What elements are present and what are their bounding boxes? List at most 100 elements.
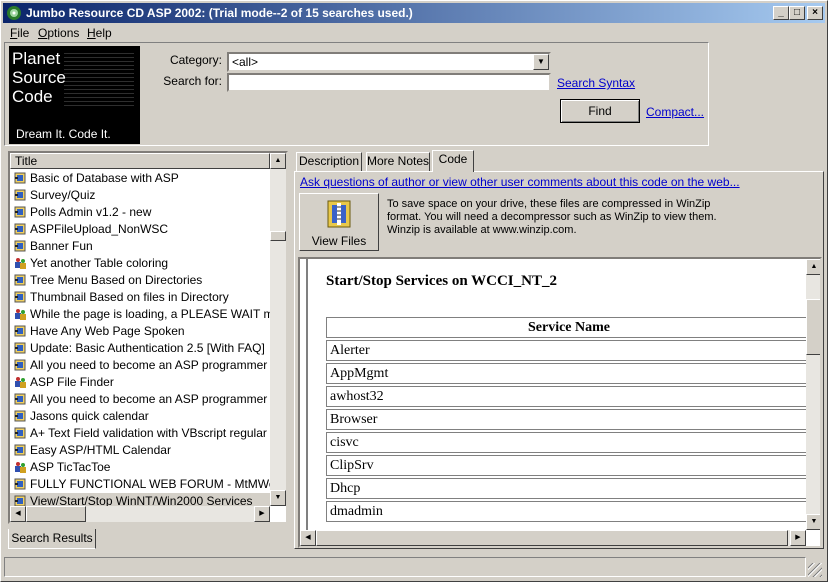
results-horizontal-scrollbar[interactable]: ◀ ▶ [10,506,270,522]
people-icon [15,309,26,320]
title-bar[interactable]: Jumbo Resource CD ASP 2002: (Trial mode-… [3,3,825,23]
book-icon [14,478,26,490]
find-button[interactable]: Find [560,99,640,123]
logo-tagline: Dream It. Code It. [16,127,111,141]
list-item[interactable]: All you need to become an ASP programmer… [10,391,270,408]
table-row: awhost32 [326,386,806,407]
browser-scroll-down-button[interactable]: ▼ [806,514,820,530]
search-input[interactable] [227,73,551,92]
logo-line-3: Code [12,87,53,106]
list-item[interactable]: A+ Text Field validation with VBscript r… [10,425,270,442]
list-item[interactable]: ASPFileUpload_NonWSC [10,221,270,238]
browser-scroll-up-button[interactable]: ▲ [806,259,820,275]
category-dropdown[interactable]: <all> ▼ [227,52,551,72]
service-name-cell: awhost32 [326,386,806,407]
book-icon [14,410,26,422]
browser-vertical-scrollbar[interactable]: ▲ ▼ [806,259,820,530]
service-name-cell: dmadmin [326,501,806,522]
app-window: Jumbo Resource CD ASP 2002: (Trial mode-… [0,0,828,582]
list-item-title: Thumbnail Based on files in Directory [30,290,229,304]
people-icon [15,462,26,473]
tab-code[interactable]: Code [432,150,474,172]
service-name-header: Service Name [326,317,806,338]
logo-line-2: Source [12,68,66,87]
ask-questions-link[interactable]: Ask questions of author or view other us… [300,175,740,189]
window-title: Jumbo Resource CD ASP 2002: (Trial mode-… [26,6,413,20]
results-vertical-scrollbar[interactable]: ▲ ▼ [270,153,286,506]
list-item[interactable]: Yet another Table coloring [10,255,270,272]
list-item-title: Update: Basic Authentication 2.5 [With F… [30,341,265,355]
list-item-title: Polls Admin v1.2 - new [30,205,152,219]
list-item[interactable]: Banner Fun [10,238,270,255]
book-icon [14,359,26,371]
list-item[interactable]: Update: Basic Authentication 2.5 [With F… [10,340,270,357]
list-item[interactable]: Easy ASP/HTML Calendar [10,442,270,459]
list-item[interactable]: Jasons quick calendar [10,408,270,425]
list-item[interactable]: Have Any Web Page Spoken [10,323,270,340]
scroll-down-button[interactable]: ▼ [270,490,286,506]
view-files-button[interactable]: View Files [299,193,379,251]
menu-bar: File Options Help [3,24,825,42]
list-item-title: Survey/Quiz [30,188,96,202]
list-item-title: All you need to become an ASP programmer… [30,392,270,406]
scroll-up-button[interactable]: ▲ [270,153,286,169]
browser-scroll-left-button[interactable]: ◀ [300,530,316,546]
compact-link[interactable]: Compact... [646,105,704,119]
resize-grip[interactable] [808,563,822,577]
search-results-tab[interactable]: Search Results [8,529,96,549]
list-item[interactable]: All you need to become an ASP programmer [10,357,270,374]
service-name-cell: AppMgmt [326,363,806,384]
list-item[interactable]: ASP TicTacToe [10,459,270,476]
menu-help[interactable]: Help [87,26,112,40]
list-item-title: Basic of Database with ASP [30,171,179,185]
minimize-button[interactable]: _ [773,6,789,20]
winzip-icon [327,200,351,228]
browser-hscroll-thumb[interactable] [316,530,788,546]
menu-options-label: ptions [47,26,80,40]
category-value: <all> [232,55,259,69]
scroll-left-button[interactable]: ◀ [10,506,26,522]
close-button[interactable]: × [807,6,823,20]
status-panel [4,557,806,577]
chevron-down-icon[interactable]: ▼ [533,54,549,70]
code-browser: Start/Stop Services on WCCI_NT_2 Service… [298,257,822,548]
view-files-label: View Files [311,234,367,248]
menu-options[interactable]: Options [38,26,79,40]
list-item-title: Banner Fun [30,239,93,253]
list-item[interactable]: Thumbnail Based on files in Directory [10,289,270,306]
people-icon [15,258,26,269]
list-item-title: A+ Text Field validation with VBscript r… [30,426,270,440]
list-item[interactable]: Polls Admin v1.2 - new [10,204,270,221]
logo-texture [64,51,134,106]
menu-file[interactable]: File [10,26,29,40]
maximize-button[interactable]: □ [789,6,805,20]
browser-scroll-right-button[interactable]: ▶ [790,530,806,546]
tab-more-notes[interactable]: More Notes [366,152,430,171]
book-icon [14,444,26,456]
browser-scroll-thumb[interactable] [806,299,820,355]
title-column-header[interactable]: Title [10,153,270,169]
list-item[interactable]: While the page is loading, a PLEASE WAIT… [10,306,270,323]
list-item-title: FULLY FUNCTIONAL WEB FORUM - MtMWebFo [30,477,270,491]
results-scroll-thumb[interactable] [270,231,286,241]
book-icon [14,291,26,303]
list-item[interactable]: ASP File Finder [10,374,270,391]
results-list: Basic of Database with ASP Survey/Quiz Pol… [10,170,270,509]
tab-description[interactable]: Description [296,152,362,171]
results-list-panel: Title Basic of Database with ASP Survey/Q… [8,151,288,524]
results-hscroll-thumb[interactable] [26,506,86,522]
book-icon [14,223,26,235]
list-item-title: ASPFileUpload_NonWSC [30,222,169,236]
list-item[interactable]: FULLY FUNCTIONAL WEB FORUM - MtMWebFo [10,476,270,493]
list-item[interactable]: Basic of Database with ASP [10,170,270,187]
list-item[interactable]: Survey/Quiz [10,187,270,204]
browser-horizontal-scrollbar[interactable]: ◀ ▶ [300,530,806,546]
search-syntax-link[interactable]: Search Syntax [557,76,635,90]
category-label: Category: [169,53,222,67]
list-item-title: Yet another Table coloring [30,256,169,270]
list-item[interactable]: Tree Menu Based on Directories [10,272,270,289]
table-row: ClipSrv [326,455,806,476]
search-panel: Planet Source Code Dream It. Code It. Ca… [4,42,709,146]
table-row: Browser [326,409,806,430]
scroll-right-button[interactable]: ▶ [254,506,270,522]
